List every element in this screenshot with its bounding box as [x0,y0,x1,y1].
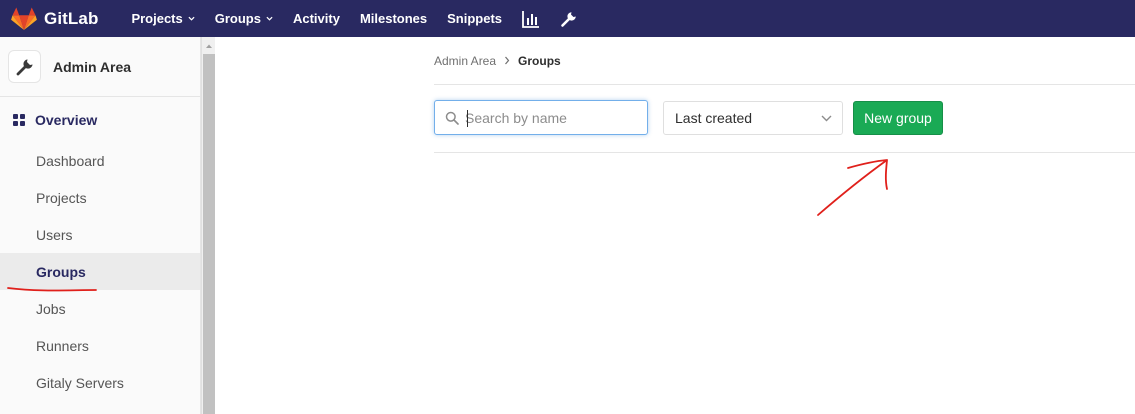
scroll-thumb[interactable] [203,54,215,414]
chevron-right-icon [505,56,510,65]
search-box[interactable] [434,100,648,135]
scroll-up-button[interactable] [202,37,216,54]
sidebar: Admin Area Overview Dashboard Projects U… [0,37,201,414]
chart-icon [522,10,540,28]
breadcrumb-groups[interactable]: Groups [518,54,561,68]
sidebar-scrollbar[interactable] [201,37,215,414]
sidebar-item-jobs[interactable]: Jobs [0,290,200,327]
text-cursor [467,110,468,127]
avatar [8,50,41,83]
nav-groups-label: Groups [214,11,261,26]
sidebar-header[interactable]: Admin Area [0,37,200,97]
breadcrumb-admin-area[interactable]: Admin Area [434,54,496,68]
sort-dropdown[interactable]: Last created [663,101,843,135]
nav-chart-link[interactable] [522,0,540,37]
search-input[interactable] [465,109,635,126]
top-navbar: GitLab Projects Groups Activity Mileston… [0,0,1135,37]
gitlab-logo-icon [11,7,37,30]
new-group-button[interactable]: New group [853,101,943,135]
sidebar-item-projects[interactable]: Projects [0,179,200,216]
nav-admin-link[interactable] [560,0,578,37]
gitlab-brand-text: GitLab [44,8,99,28]
wrench-icon [16,58,33,75]
groups-toolbar: Last created New group [434,100,1135,153]
nav-projects-label: Projects [131,11,183,26]
sidebar-item-groups[interactable]: Groups [0,253,200,290]
sidebar-subitems: Dashboard Projects Users Groups Jobs Run… [0,142,200,401]
nav-milestones[interactable]: Milestones [360,0,427,37]
sidebar-item-users[interactable]: Users [0,216,200,253]
chevron-down-icon [821,115,832,121]
overview-grid-icon [13,113,25,126]
nav-snippets[interactable]: Snippets [447,0,502,37]
sidebar-item-dashboard[interactable]: Dashboard [0,142,200,179]
sidebar-item-overview[interactable]: Overview [0,97,200,142]
nav-groups[interactable]: Groups [215,0,273,37]
search-icon [445,111,459,125]
nav-projects[interactable]: Projects [131,0,195,37]
chevron-up-icon [206,44,212,48]
sidebar-item-runners[interactable]: Runners [0,327,200,364]
chevron-down-icon [266,16,273,21]
sidebar-item-gitaly-servers[interactable]: Gitaly Servers [0,364,200,401]
annotation-arrow [817,159,888,216]
gitlab-home-link[interactable]: GitLab [11,0,98,37]
sidebar-overview-label: Overview [35,111,98,128]
main-nav: Projects Groups Activity Milestones Snip… [131,0,598,37]
sort-dropdown-value: Last created [675,110,753,126]
breadcrumb: Admin Area Groups [434,37,1135,85]
wrench-icon [561,11,576,27]
nav-activity[interactable]: Activity [293,0,340,37]
chevron-down-icon [188,16,195,21]
sidebar-title: Admin Area [53,58,132,75]
